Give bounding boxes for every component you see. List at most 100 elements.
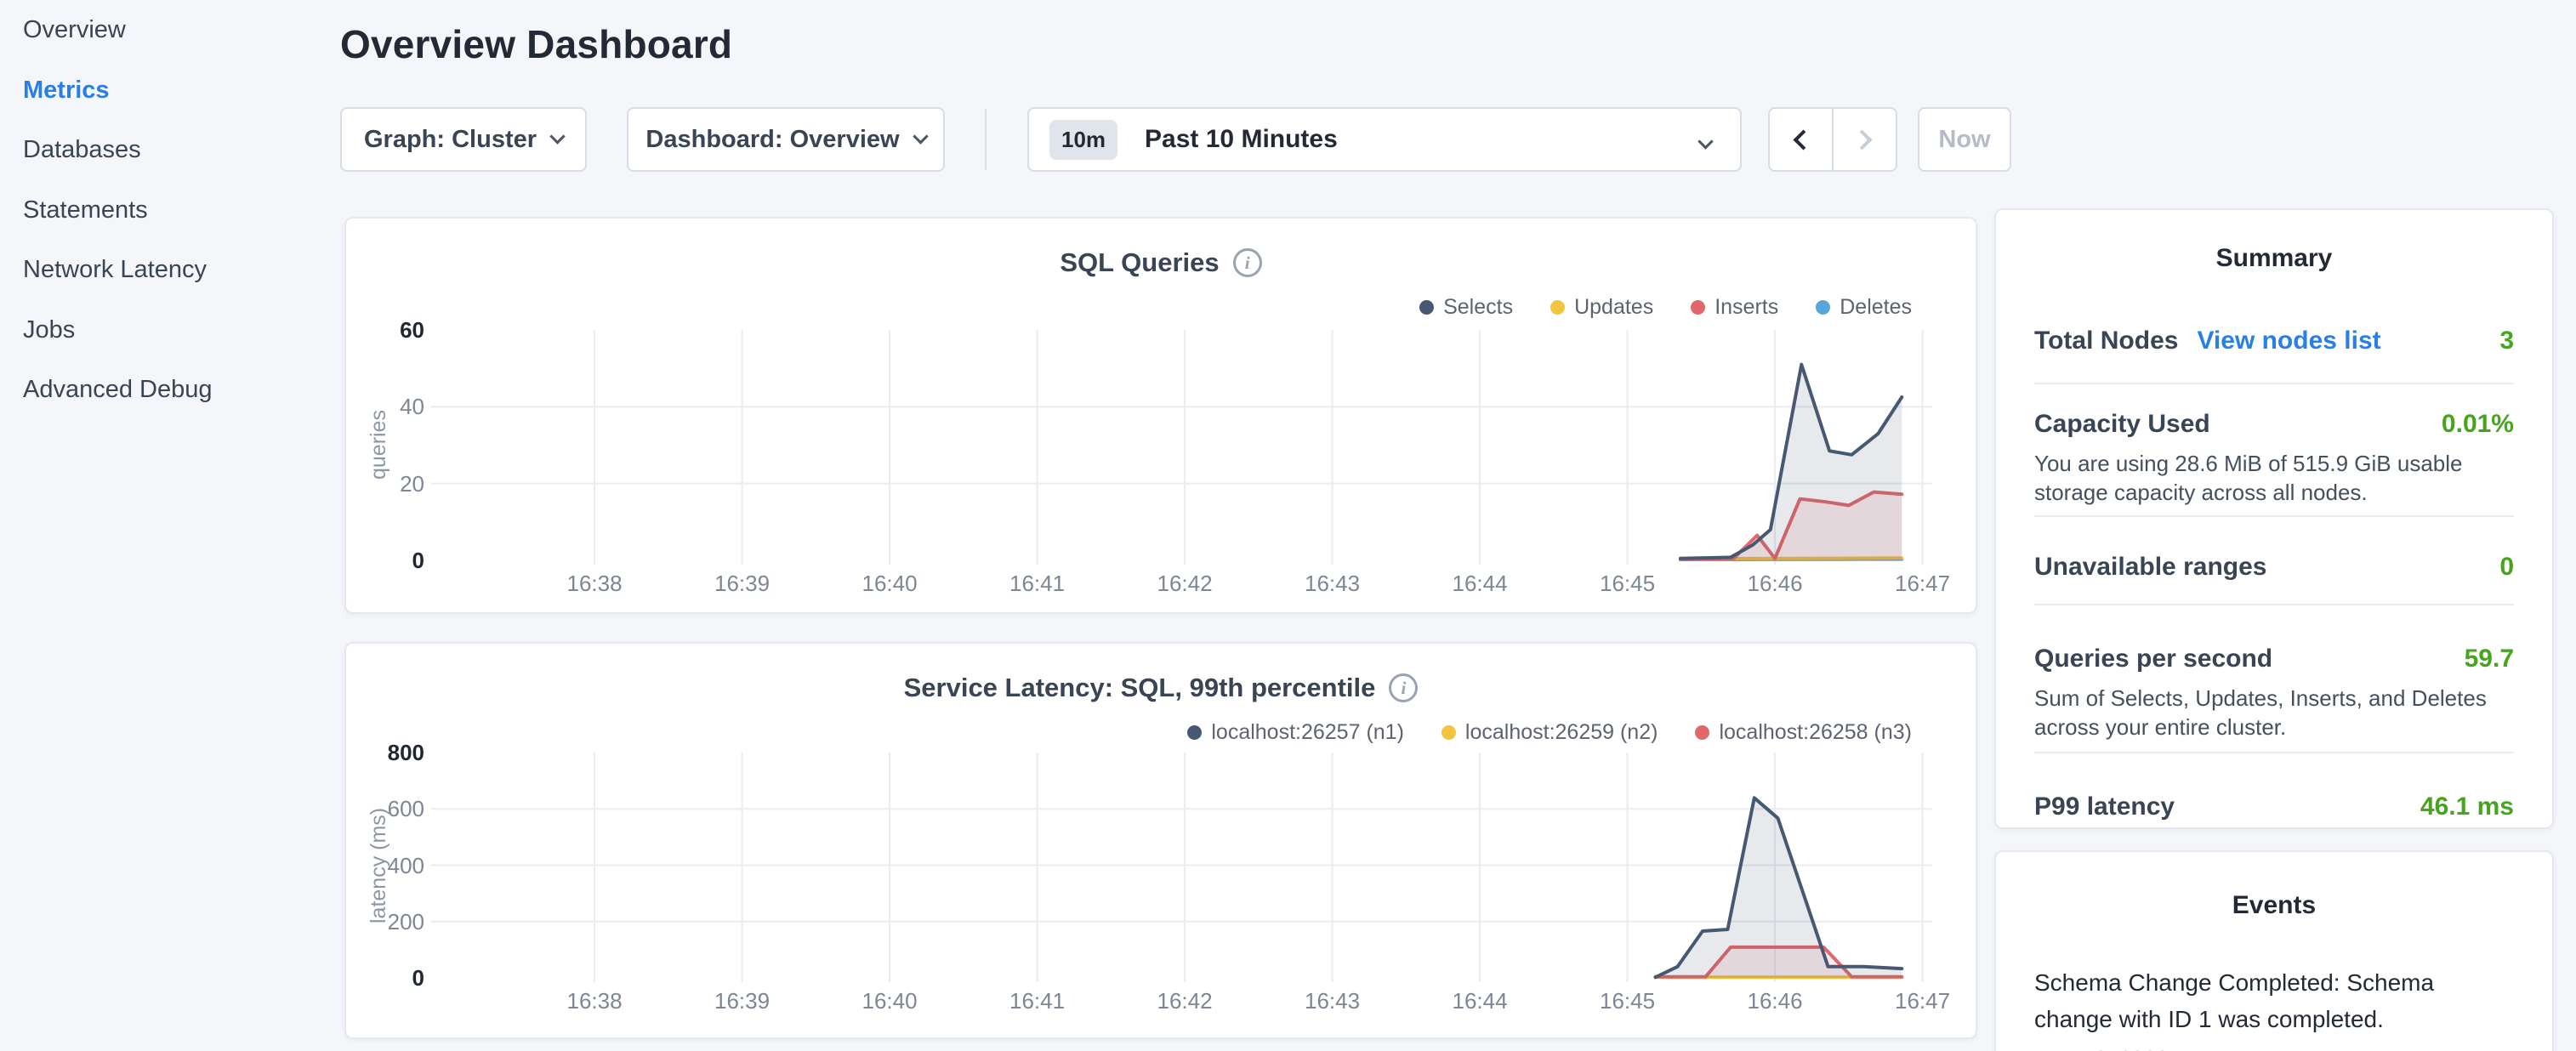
now-button[interactable]: Now (1918, 107, 2011, 172)
y-axis-tick: 400 (346, 853, 424, 879)
summary-description: You are using 28.6 MiB of 515.9 GiB usab… (2034, 449, 2494, 507)
chart-legend: localhost:26257 (n1) localhost:26259 (n2)… (1187, 720, 1912, 745)
time-next-button[interactable] (1832, 109, 1896, 170)
x-axis-tick: 16:39 (683, 988, 802, 1014)
time-range-select[interactable]: 10m Past 10 Minutes (1027, 107, 1742, 172)
legend-dot-icon (1187, 725, 1202, 740)
summary-panel: Summary Total Nodes View nodes list 3 Capac… (1994, 208, 2554, 829)
x-axis-tick: 16:42 (1125, 988, 1244, 1014)
page-title: Overview Dashboard (340, 21, 732, 67)
y-axis-tick: 0 (346, 548, 424, 574)
summary-row: Total Nodes View nodes list 3 (2034, 306, 2514, 384)
legend-item[interactable]: Updates (1550, 295, 1653, 320)
chart-plot-area[interactable] (431, 753, 1932, 978)
chart-svg (431, 330, 1932, 560)
summary-row: P99 latency 46.1 ms (2034, 753, 2514, 847)
legend-item[interactable]: localhost:26258 (n3) (1695, 720, 1912, 745)
legend-dot-icon (1419, 300, 1434, 315)
sidebar-item-statements[interactable]: Statements (23, 196, 148, 224)
info-icon[interactable]: i (1389, 673, 1418, 702)
sidebar-item-overview[interactable]: Overview (23, 15, 126, 44)
chart-title: SQL Queries (1060, 247, 1219, 278)
time-pager (1768, 107, 1897, 172)
summary-label: Total Nodes (2034, 327, 2178, 355)
chevron-down-icon (549, 128, 565, 144)
legend-item[interactable]: Deletes (1816, 295, 1912, 320)
event-message: Schema Change Completed: Schema change w… (2034, 964, 2442, 1037)
legend-item[interactable]: localhost:26259 (n2) (1442, 720, 1658, 745)
legend-label: localhost:26259 (n2) (1465, 720, 1658, 745)
legend-label: Deletes (1840, 295, 1912, 320)
view-nodes-link[interactable]: View nodes list (2197, 327, 2380, 355)
info-icon[interactable]: i (1233, 248, 1262, 277)
x-axis-tick: 16:41 (978, 988, 1097, 1014)
legend-label: localhost:26257 (n1) (1211, 720, 1404, 745)
chart-plot-area[interactable] (431, 330, 1932, 560)
chevron-down-icon (1697, 134, 1713, 149)
legend-label: Inserts (1714, 295, 1778, 320)
y-axis-unit-label: queries (367, 330, 391, 560)
x-axis-tick: 16:40 (830, 988, 949, 1014)
legend-item[interactable]: Selects (1419, 295, 1513, 320)
sidebar-item-jobs[interactable]: Jobs (23, 315, 75, 344)
legend-item[interactable]: Inserts (1691, 295, 1778, 320)
legend-label: Updates (1574, 295, 1653, 320)
legend-label: Selects (1443, 295, 1513, 320)
x-axis-tick: 16:43 (1273, 571, 1392, 597)
legend-dot-icon (1816, 300, 1830, 315)
y-axis-tick: 600 (346, 796, 424, 822)
now-button-label: Now (1938, 126, 1990, 154)
summary-value: 59.7 (2465, 645, 2514, 673)
y-axis-tick: 40 (346, 394, 424, 420)
y-axis-tick: 200 (346, 909, 424, 935)
summary-row: Capacity Used 0.01% You are using 28.6 MiB… (2034, 384, 2514, 517)
y-axis-tick: 60 (346, 317, 424, 344)
sidebar-item-metrics[interactable]: Metrics (23, 76, 110, 105)
x-axis-tick: 16:42 (1125, 571, 1244, 597)
time-range-label: Past 10 Minutes (1145, 125, 1338, 154)
y-axis-tick: 0 (346, 965, 424, 991)
sidebar-item-network-latency[interactable]: Network Latency (23, 255, 207, 284)
service-latency-chart-card: Service Latency: SQL, 99th percentile i … (344, 642, 1977, 1039)
time-prev-button[interactable] (1770, 109, 1832, 170)
y-axis-tick: 800 (346, 740, 424, 766)
summary-label: Capacity Used (2034, 410, 2210, 439)
sql-queries-chart-card: SQL Queries i Selects Updates Inserts Delet… (344, 217, 1977, 614)
legend-dot-icon (1442, 725, 1456, 740)
summary-value: 0.01% (2442, 410, 2514, 439)
legend-dot-icon (1550, 300, 1565, 315)
sidebar-item-advanced-debug[interactable]: Advanced Debug (23, 375, 213, 404)
chevron-down-icon (913, 128, 928, 144)
legend-label: localhost:26258 (n3) (1719, 720, 1912, 745)
controls-divider (985, 109, 987, 170)
x-axis-tick: 16:45 (1568, 571, 1687, 597)
summary-label: Queries per second (2034, 645, 2272, 673)
dashboard-dropdown-label: Dashboard: Overview (645, 126, 899, 154)
x-axis-tick: 16:44 (1420, 988, 1539, 1014)
app-root: Overview Metrics Databases Statements Networ… (0, 0, 2576, 1051)
time-range-badge: 10m (1049, 120, 1117, 160)
x-axis-tick: 16:46 (1715, 988, 1834, 1014)
x-axis-tick: 16:47 (1863, 571, 1982, 597)
y-axis-tick: 20 (346, 471, 424, 497)
chart-title: Service Latency: SQL, 99th percentile (904, 673, 1376, 703)
x-axis-tick: 16:45 (1568, 988, 1687, 1014)
summary-value: 46.1 ms (2420, 793, 2514, 821)
events-panel: Events Schema Change Completed: Schema c… (1994, 850, 2554, 1051)
summary-value: 0 (2499, 553, 2514, 582)
summary-row: Unavailable ranges0 (2034, 517, 2514, 605)
legend-dot-icon (1695, 725, 1709, 740)
sidebar-item-databases[interactable]: Databases (23, 135, 141, 164)
legend-item[interactable]: localhost:26257 (n1) (1187, 720, 1404, 745)
graph-dropdown[interactable]: Graph: Cluster (340, 107, 587, 172)
summary-description: Sum of Selects, Updates, Inserts, and De… (2034, 684, 2494, 741)
legend-dot-icon (1691, 300, 1705, 315)
summary-value: 3 (2499, 327, 2514, 355)
x-axis-tick: 16:41 (978, 571, 1097, 597)
x-axis-tick: 16:43 (1273, 988, 1392, 1014)
summary-label: P99 latency (2034, 793, 2175, 821)
x-axis-tick: 16:39 (683, 571, 802, 597)
summary-title: Summary (2034, 210, 2514, 273)
dashboard-dropdown[interactable]: Dashboard: Overview (627, 107, 945, 172)
x-axis-tick: 16:44 (1420, 571, 1539, 597)
